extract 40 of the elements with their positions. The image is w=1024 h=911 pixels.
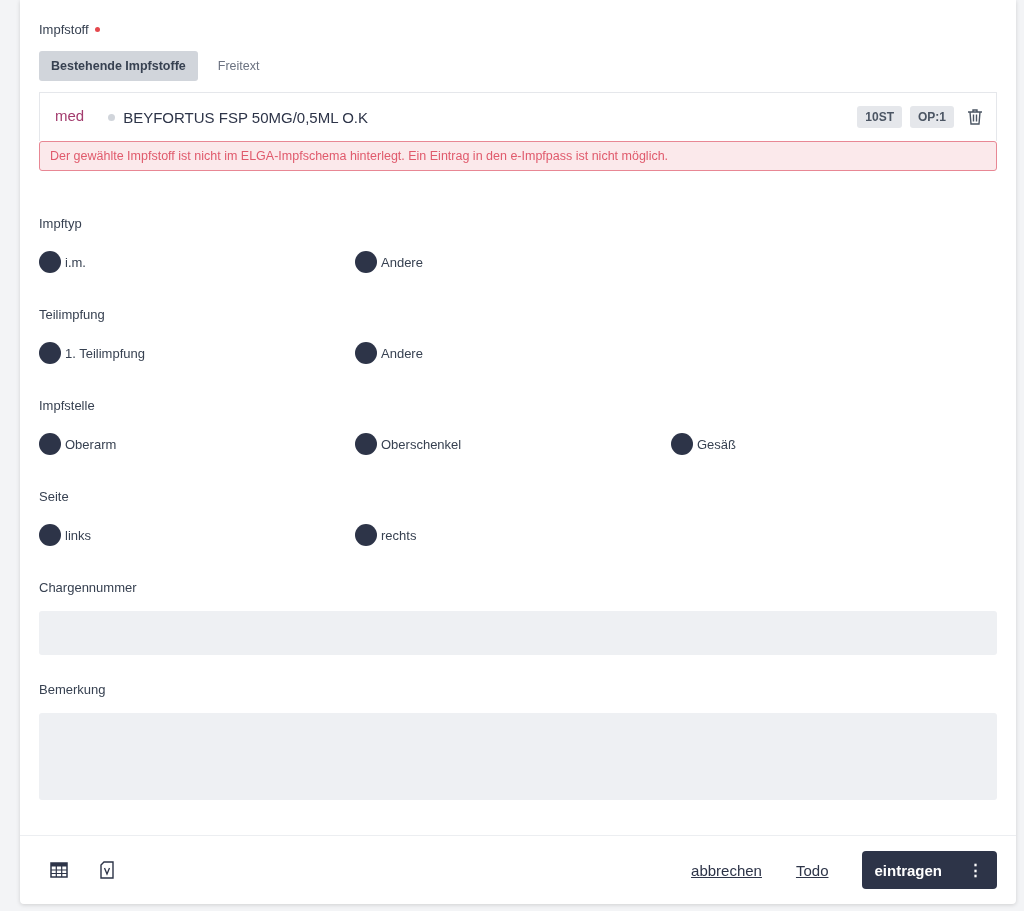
group-label: Impftyp [39, 216, 83, 231]
vaccine-name: BEYFORTUS FSP 50MG/0,5ML O.K [123, 108, 368, 126]
quantity-badge: 10ST [857, 106, 902, 128]
table-icon[interactable] [50, 862, 68, 878]
option-label: Andere [381, 345, 423, 361]
radio-button[interactable] [355, 433, 377, 455]
radio-button[interactable] [355, 524, 377, 546]
radio-button[interactable] [39, 342, 61, 364]
radio-button[interactable] [39, 524, 61, 546]
option-label: Gesäß [697, 436, 736, 452]
field-label: Chargennummer [39, 580, 138, 595]
radio-button[interactable] [39, 251, 61, 273]
option-label: Andere [381, 254, 423, 270]
group-label: Seite [39, 489, 70, 504]
group-label: Impfstelle [39, 398, 96, 413]
radio-button[interactable] [671, 433, 693, 455]
option-label: 1. Teilimpfung [65, 345, 145, 361]
option-label: Oberschenkel [381, 436, 462, 452]
option-label: rechts [381, 527, 417, 543]
vaccine-tag: med [55, 106, 85, 124]
quantity-badge: OP:1 [910, 106, 954, 128]
submit-button[interactable]: eintragen [862, 851, 954, 889]
document-check-icon[interactable] [100, 861, 114, 879]
option-label: i.m. [65, 254, 86, 270]
footer-link[interactable]: abbrechen [691, 861, 762, 879]
footer-link[interactable]: Todo [795, 861, 829, 879]
tab[interactable]: Freitext [205, 51, 272, 81]
option-label: Oberarm [65, 436, 117, 452]
radio-button[interactable] [355, 342, 377, 364]
option-label: links [65, 527, 91, 543]
field-label: Impfstoff [39, 21, 89, 37]
status-dot-icon [108, 113, 116, 121]
radio-button[interactable] [355, 251, 377, 273]
more-menu-button[interactable]: ⋮ [954, 851, 997, 889]
field-label: Bemerkung [39, 682, 107, 697]
tab[interactable]: Bestehende Impfstoffe [39, 51, 198, 81]
error-message: Der gewählte Impfstoff ist nicht im ELGA-Impfschema hinterlegt. Ein Eintrag in den e-Impfpass ist nicht möglich. [39, 141, 997, 171]
radio-button[interactable] [39, 433, 61, 455]
group-label: Teilimpfung [39, 307, 106, 322]
delete-icon[interactable] [966, 108, 984, 126]
